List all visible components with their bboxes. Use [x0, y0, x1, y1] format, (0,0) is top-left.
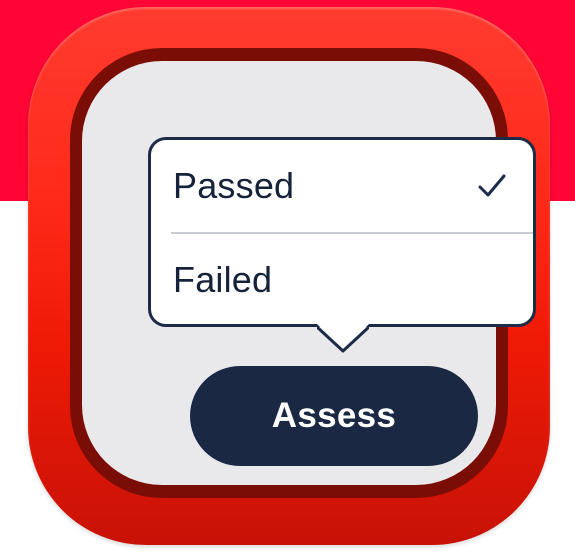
assessment-menu-popover: Passed Failed [148, 137, 536, 353]
popover-arrow [317, 324, 369, 353]
menu-item-passed[interactable]: Passed [151, 140, 533, 230]
checkmark-icon [478, 174, 506, 197]
menu-item-label: Failed [173, 259, 273, 300]
stage: Passed Failed Assess [0, 0, 575, 552]
assess-button[interactable]: Assess [190, 366, 478, 466]
app-icon: Passed Failed Assess [28, 7, 550, 545]
menu-item-failed[interactable]: Failed [151, 234, 533, 324]
icon-face: Passed Failed Assess [82, 61, 536, 485]
menu-item-label: Passed [173, 165, 295, 206]
icon-frame: Passed Failed Assess [70, 48, 536, 498]
